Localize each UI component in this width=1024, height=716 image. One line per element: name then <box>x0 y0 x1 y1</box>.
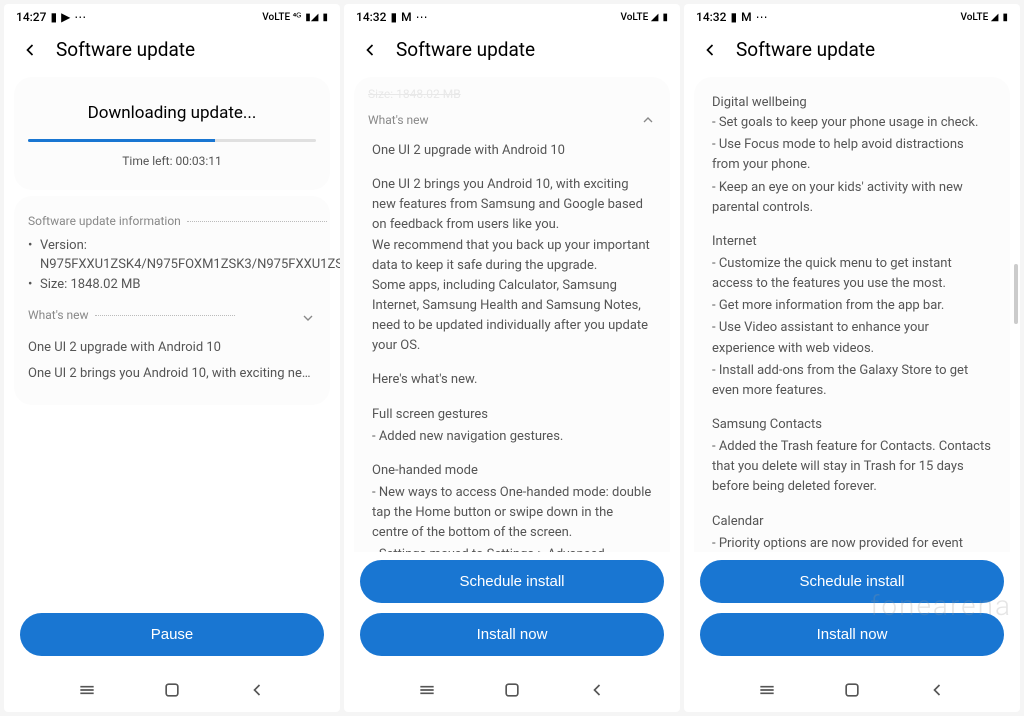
wellbeing-heading: Digital wellbeing <box>712 93 992 113</box>
schedule-install-button[interactable]: Schedule install <box>360 560 664 603</box>
battery-icon: ▮ <box>662 12 668 23</box>
volte-icon: VoLTE ◢ <box>620 12 658 23</box>
whats-new-label: What's new <box>28 306 89 324</box>
nav-back-icon[interactable] <box>587 680 607 700</box>
whats-new-preview: One UI 2 brings you Android 10, with exc… <box>28 364 316 384</box>
schedule-install-button[interactable]: Schedule install <box>700 560 1004 603</box>
recents-icon[interactable] <box>757 680 777 700</box>
page-title: Software update <box>396 38 535 61</box>
changelog-p3: Some apps, including Calculator, Samsung… <box>372 276 652 357</box>
battery-icon: ▮ <box>1002 12 1008 23</box>
signal-icon: ▮◢ <box>305 12 318 23</box>
install-now-button[interactable]: Install now <box>360 613 664 656</box>
calendar-bullet-1: - Priority options are now provided for … <box>712 534 992 552</box>
install-now-button[interactable]: Install now <box>700 613 1004 656</box>
status-time: 14:27 <box>16 10 46 24</box>
play-icon: ▶ <box>61 10 70 24</box>
changelog-card: Digital wellbeing - Set goals to keep yo… <box>694 77 1010 552</box>
status-bar: 14:32 ▮ M ⋯ VoLTE ◢ ▮ <box>344 4 680 26</box>
whats-new-toggle[interactable]: What's new <box>368 107 656 133</box>
mail-icon: M <box>741 10 752 24</box>
version-line: Version: N975FXXU1ZSK4/N975FOXM1ZSK3/N97… <box>28 236 316 275</box>
onehanded-bullet-2: - Settings moved to Settings > Advanced … <box>372 545 652 552</box>
nav-bar <box>344 670 680 712</box>
page-title: Software update <box>56 38 195 61</box>
nav-bar <box>4 670 340 712</box>
fullscreen-heading: Full screen gestures <box>372 405 652 425</box>
more-icon: ⋯ <box>416 10 428 24</box>
onehanded-bullet-1: - New ways to access One-handed mode: do… <box>372 483 652 543</box>
status-time: 14:32 <box>356 10 386 24</box>
calendar-heading: Calendar <box>712 512 992 532</box>
fullscreen-bullet-1: - Added new navigation gestures. <box>372 427 652 447</box>
whats-new-label: What's new <box>368 111 429 129</box>
volte-icon: VoLTE ◢ <box>960 12 998 23</box>
onehanded-heading: One-handed mode <box>372 461 652 481</box>
changelog-p4: Here's what's new. <box>372 370 652 390</box>
internet-bullet-4: - Install add-ons from the Galaxy Store … <box>712 361 992 401</box>
size-line: Size: 1848.02 MB <box>28 275 316 295</box>
update-info-card: Software update information Version: N97… <box>14 196 330 406</box>
progress-bar <box>28 139 316 142</box>
wellbeing-bullet-2: - Use Focus mode to help avoid distracti… <box>712 135 992 175</box>
changelog-card: Size: 1848.02 MB What's new One UI 2 upg… <box>354 77 670 552</box>
notification-icon: ▮ <box>390 10 397 24</box>
whats-new-toggle[interactable]: What's new <box>28 306 316 330</box>
recents-icon[interactable] <box>77 680 97 700</box>
contacts-heading: Samsung Contacts <box>712 415 992 435</box>
internet-bullet-2: - Get more information from the app bar. <box>712 296 992 316</box>
page-header: Software update <box>344 26 680 71</box>
nav-back-icon[interactable] <box>927 680 947 700</box>
status-time: 14:32 <box>696 10 726 24</box>
download-card: Downloading update... Time left: 00:03:1… <box>14 77 330 190</box>
back-icon[interactable] <box>360 40 380 60</box>
home-icon[interactable] <box>502 680 522 700</box>
status-bar: 14:32 ▮ M ⋯ VoLTE ◢ ▮ <box>684 4 1020 26</box>
internet-heading: Internet <box>712 232 992 252</box>
page-title: Software update <box>736 38 875 61</box>
changelog-title: One UI 2 upgrade with Android 10 <box>372 141 652 161</box>
internet-bullet-3: - Use Video assistant to enhance your ex… <box>712 318 992 358</box>
wellbeing-bullet-1: - Set goals to keep your phone usage in … <box>712 113 992 133</box>
changelog-p1: One UI 2 brings you Android 10, with exc… <box>372 175 652 235</box>
contacts-bullet-1: - Added the Trash feature for Contacts. … <box>712 437 992 497</box>
notification-icon: ▮ <box>730 10 737 24</box>
recents-icon[interactable] <box>417 680 437 700</box>
home-icon[interactable] <box>842 680 862 700</box>
page-header: Software update <box>4 26 340 71</box>
time-left: Time left: 00:03:11 <box>28 152 316 174</box>
battery-icon: ▮ <box>322 12 328 23</box>
home-icon[interactable] <box>162 680 182 700</box>
chevron-down-icon <box>300 310 316 326</box>
notification-icon: ▮ <box>50 10 57 24</box>
chevron-up-icon <box>640 112 656 128</box>
back-icon[interactable] <box>700 40 720 60</box>
screen-3: 14:32 ▮ M ⋯ VoLTE ◢ ▮ Software update Di… <box>684 4 1020 712</box>
wellbeing-bullet-3: - Keep an eye on your kids' activity wit… <box>712 178 992 218</box>
pause-button[interactable]: Pause <box>20 613 324 656</box>
mail-icon: M <box>401 10 412 24</box>
nav-bar <box>684 670 1020 712</box>
more-icon: ⋯ <box>74 10 86 24</box>
info-section-label: Software update information <box>28 212 181 230</box>
screen-1: 14:27 ▮ ▶ ⋯ VoLTE ⁴ᴳ ▮◢ ▮ Software updat… <box>4 4 340 712</box>
screen-2: 14:32 ▮ M ⋯ VoLTE ◢ ▮ Software update Si… <box>344 4 680 712</box>
faded-previous: Size: 1848.02 MB <box>368 85 656 107</box>
changelog-p2: We recommend that you back up your impor… <box>372 236 652 276</box>
scroll-indicator[interactable] <box>1014 264 1018 324</box>
whats-new-title: One UI 2 upgrade with Android 10 <box>28 338 316 358</box>
status-bar: 14:27 ▮ ▶ ⋯ VoLTE ⁴ᴳ ▮◢ ▮ <box>4 4 340 26</box>
nav-back-icon[interactable] <box>247 680 267 700</box>
internet-bullet-1: - Customize the quick menu to get instan… <box>712 254 992 294</box>
volte-icon: VoLTE ⁴ᴳ <box>262 12 301 23</box>
back-icon[interactable] <box>20 40 40 60</box>
page-header: Software update <box>684 26 1020 71</box>
download-status: Downloading update... <box>28 93 316 139</box>
more-icon: ⋯ <box>756 10 768 24</box>
